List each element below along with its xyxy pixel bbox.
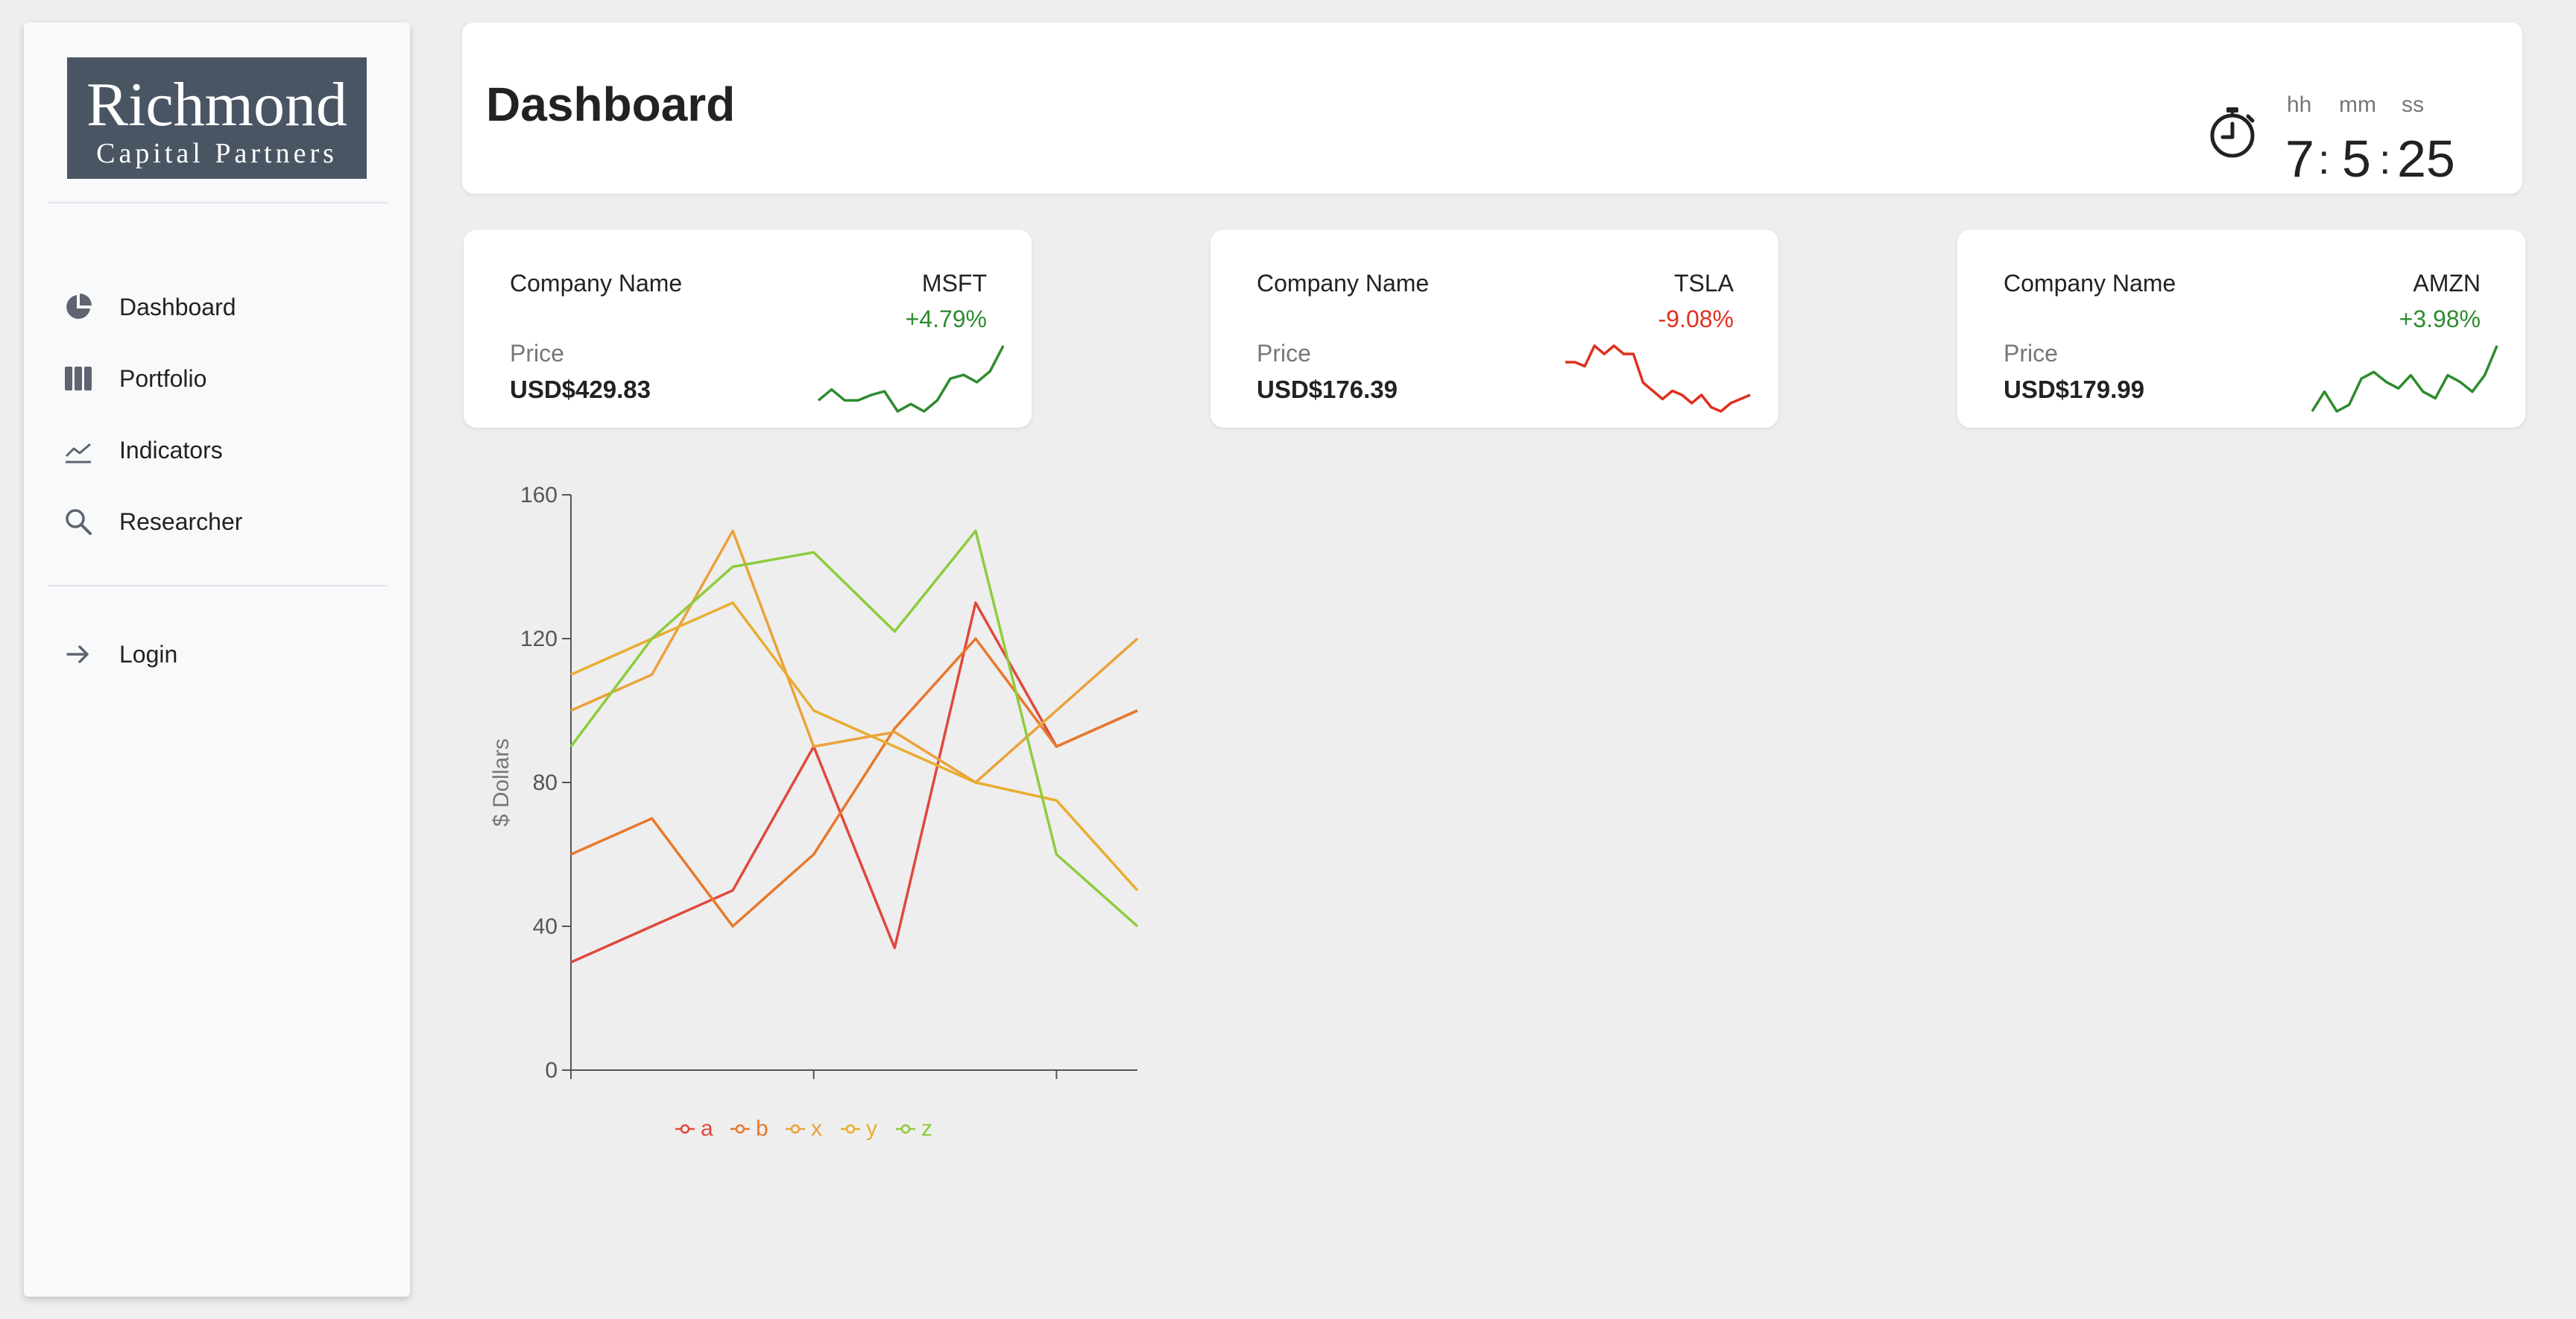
minutes-label: mm: [2339, 92, 2376, 117]
legend-label: y: [866, 1116, 877, 1141]
sidebar-divider: [48, 202, 388, 203]
ticker-symbol: TSLA: [1673, 270, 1734, 297]
sparkline: [2311, 345, 2498, 413]
sparkline: [1565, 344, 1751, 413]
sidebar-item-indicators[interactable]: Indicators: [60, 429, 388, 471]
sidebar-item-label: Indicators: [119, 436, 223, 464]
company-logo[interactable]: Richmond Capital Partners: [67, 57, 367, 179]
stopwatch-icon: [2206, 104, 2258, 165]
legend-item-z: z: [896, 1116, 932, 1141]
stock-card-amzn[interactable]: Company Name AMZN +3.98% Price USD$179.9…: [1957, 230, 2525, 428]
sidebar: Richmond Capital Partners Dashboard Port…: [24, 22, 410, 1297]
legend-swatch-marker: [900, 1124, 911, 1134]
seconds-label: ss: [2402, 92, 2424, 117]
legend-swatch-marker: [735, 1124, 745, 1134]
series-line-a: [570, 601, 1138, 964]
sparkline: [817, 345, 1005, 413]
legend-item-y: y: [841, 1116, 877, 1141]
price-value: USD$429.83: [510, 376, 651, 403]
legend-label: a: [701, 1116, 713, 1141]
legend-swatch-marker: [790, 1124, 801, 1134]
logo-line-1: Richmond: [86, 70, 347, 139]
stock-card-msft[interactable]: Company Name MSFT +4.79% Price USD$429.8…: [464, 230, 1032, 428]
hours-label: hh: [2287, 92, 2312, 117]
stock-card-tsla[interactable]: Company Name TSLA -9.08% Price USD$176.3…: [1210, 230, 1778, 428]
price-value: USD$179.99: [2004, 376, 2144, 403]
y-tick-label: 120: [520, 627, 558, 651]
price-value: USD$176.39: [1257, 376, 1398, 403]
search-icon: [60, 503, 97, 540]
sidebar-item-researcher[interactable]: Researcher: [60, 501, 388, 543]
logo-line-2: Capital Partners: [96, 138, 338, 169]
sparkline-path: [817, 345, 1005, 413]
sidebar-item-dashboard[interactable]: Dashboard: [60, 286, 388, 328]
sidebar-divider: [48, 585, 388, 586]
price-label: Price: [1257, 340, 1311, 367]
ticker-symbol: AMZN: [2413, 270, 2481, 297]
sidebar-item-label: Portfolio: [119, 364, 207, 392]
percent-change: +3.98%: [2399, 306, 2481, 332]
sidebar-item-label: Login: [119, 640, 178, 668]
line-chart-svg: 0 40 80 120 160 $ Dollars a b x y z: [489, 483, 1139, 1141]
legend-swatch-marker: [845, 1124, 856, 1134]
sidebar-item-label: Dashboard: [119, 293, 236, 320]
company-name-label: Company Name: [2004, 270, 2176, 297]
y-axis-label: $ Dollars: [489, 738, 514, 826]
series-line-b: [570, 637, 1138, 928]
legend-label: x: [811, 1116, 822, 1141]
legend-swatch-marker: [680, 1124, 690, 1134]
sidebar-item-login[interactable]: Login: [60, 633, 388, 675]
y-tick-label: 0: [545, 1058, 558, 1083]
ticker-symbol: MSFT: [921, 270, 987, 297]
sparkline-path: [2311, 345, 2498, 413]
time-separator: :: [2379, 136, 2391, 183]
company-name-label: Company Name: [1257, 270, 1430, 297]
header-bar: Dashboard hh mm ss 7 : 5 : 25: [462, 22, 2522, 194]
legend-label: z: [921, 1116, 932, 1141]
legend-item-a: a: [675, 1116, 713, 1141]
session-timer: hh mm ss 7 : 5 : 25: [2206, 67, 2490, 185]
sidebar-item-label: Researcher: [119, 507, 243, 535]
y-tick-label: 40: [533, 914, 558, 939]
price-label: Price: [2004, 340, 2058, 367]
hours-value: 7: [2285, 130, 2314, 188]
seconds-value: 25: [2397, 130, 2455, 188]
legend-item-x: x: [786, 1116, 822, 1141]
price-line-chart: 0 40 80 120 160 $ Dollars a b x y z: [462, 462, 1148, 1148]
arrow-right-icon: [60, 636, 97, 673]
percent-change: -9.08%: [1658, 306, 1734, 332]
minutes-value: 5: [2342, 130, 2371, 188]
price-label: Price: [510, 340, 564, 367]
columns-icon: [60, 360, 97, 397]
time-separator: :: [2318, 136, 2330, 183]
sidebar-item-portfolio[interactable]: Portfolio: [60, 358, 388, 399]
company-name-label: Company Name: [510, 270, 683, 297]
sparkline-path: [1565, 344, 1751, 413]
percent-change: +4.79%: [905, 306, 987, 332]
y-tick-label: 160: [520, 483, 558, 507]
legend-label: b: [756, 1116, 768, 1141]
page-title: Dashboard: [486, 78, 736, 131]
trend-line-icon: [60, 431, 97, 469]
pie-chart-icon: [60, 288, 97, 326]
y-tick-label: 80: [533, 771, 558, 795]
legend-item-b: b: [730, 1116, 768, 1141]
series-line-x: [570, 529, 1139, 784]
